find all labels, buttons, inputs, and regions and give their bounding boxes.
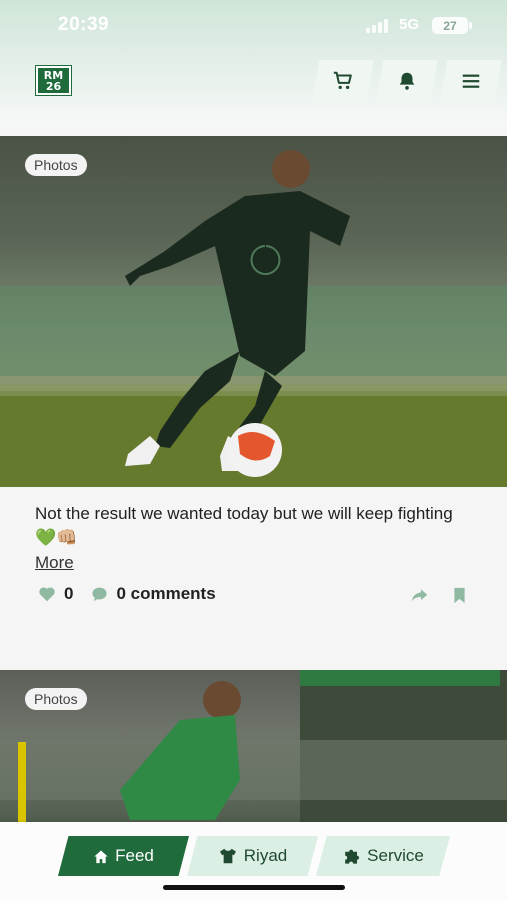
tab-feed[interactable]: Feed bbox=[58, 836, 189, 876]
notifications-button[interactable] bbox=[376, 60, 438, 102]
post-actions: 0 0 comments bbox=[38, 584, 216, 604]
tab-riyad[interactable]: Riyad bbox=[187, 836, 318, 876]
menu-button[interactable] bbox=[440, 60, 502, 102]
comment-count: 0 comments bbox=[116, 584, 216, 603]
feed-post[interactable]: Photos bbox=[0, 670, 507, 830]
like-button[interactable]: 0 bbox=[38, 584, 73, 604]
player-photo-illustration bbox=[0, 150, 507, 487]
feed-post[interactable]: Photos Not the result we wanted today bu… bbox=[0, 136, 507, 641]
comment-bubble-icon bbox=[92, 587, 108, 602]
post-photo[interactable]: Photos bbox=[0, 136, 507, 487]
cart-button[interactable] bbox=[312, 60, 374, 102]
heart-icon bbox=[39, 587, 55, 602]
home-indicator bbox=[163, 885, 345, 890]
bookmark-button[interactable] bbox=[452, 587, 467, 609]
puzzle-icon bbox=[345, 849, 360, 864]
more-link[interactable]: More bbox=[35, 553, 74, 573]
comments-button[interactable]: 0 comments bbox=[91, 584, 216, 604]
tab-service[interactable]: Service bbox=[316, 836, 450, 876]
like-count: 0 bbox=[64, 584, 74, 603]
network-type: 5G bbox=[399, 16, 420, 33]
status-bar: 20:39 5G 27 bbox=[0, 0, 507, 50]
share-button[interactable] bbox=[410, 587, 429, 609]
bell-icon bbox=[399, 72, 415, 90]
bookmark-icon bbox=[454, 587, 465, 604]
share-icon bbox=[411, 589, 428, 602]
signal-icon bbox=[366, 19, 388, 33]
status-time: 20:39 bbox=[58, 14, 110, 35]
app-header: 20:39 5G 27 RM 26 bbox=[0, 0, 507, 128]
logo-text-bottom: 26 bbox=[45, 80, 62, 93]
media-type-badge: Photos bbox=[25, 688, 87, 710]
home-icon bbox=[94, 850, 108, 863]
club-logo[interactable]: RM 26 bbox=[35, 65, 72, 96]
shirt-icon bbox=[219, 848, 236, 864]
tab-label: Service bbox=[367, 846, 424, 865]
post-caption: Not the result we wanted today but we wi… bbox=[35, 504, 453, 547]
tab-label: Riyad bbox=[243, 846, 288, 865]
media-type-badge: Photos bbox=[25, 154, 87, 176]
battery-icon: 27 bbox=[432, 17, 472, 34]
hamburger-menu-icon bbox=[462, 74, 480, 88]
tab-label: Feed bbox=[115, 846, 154, 865]
cart-icon bbox=[333, 71, 352, 90]
